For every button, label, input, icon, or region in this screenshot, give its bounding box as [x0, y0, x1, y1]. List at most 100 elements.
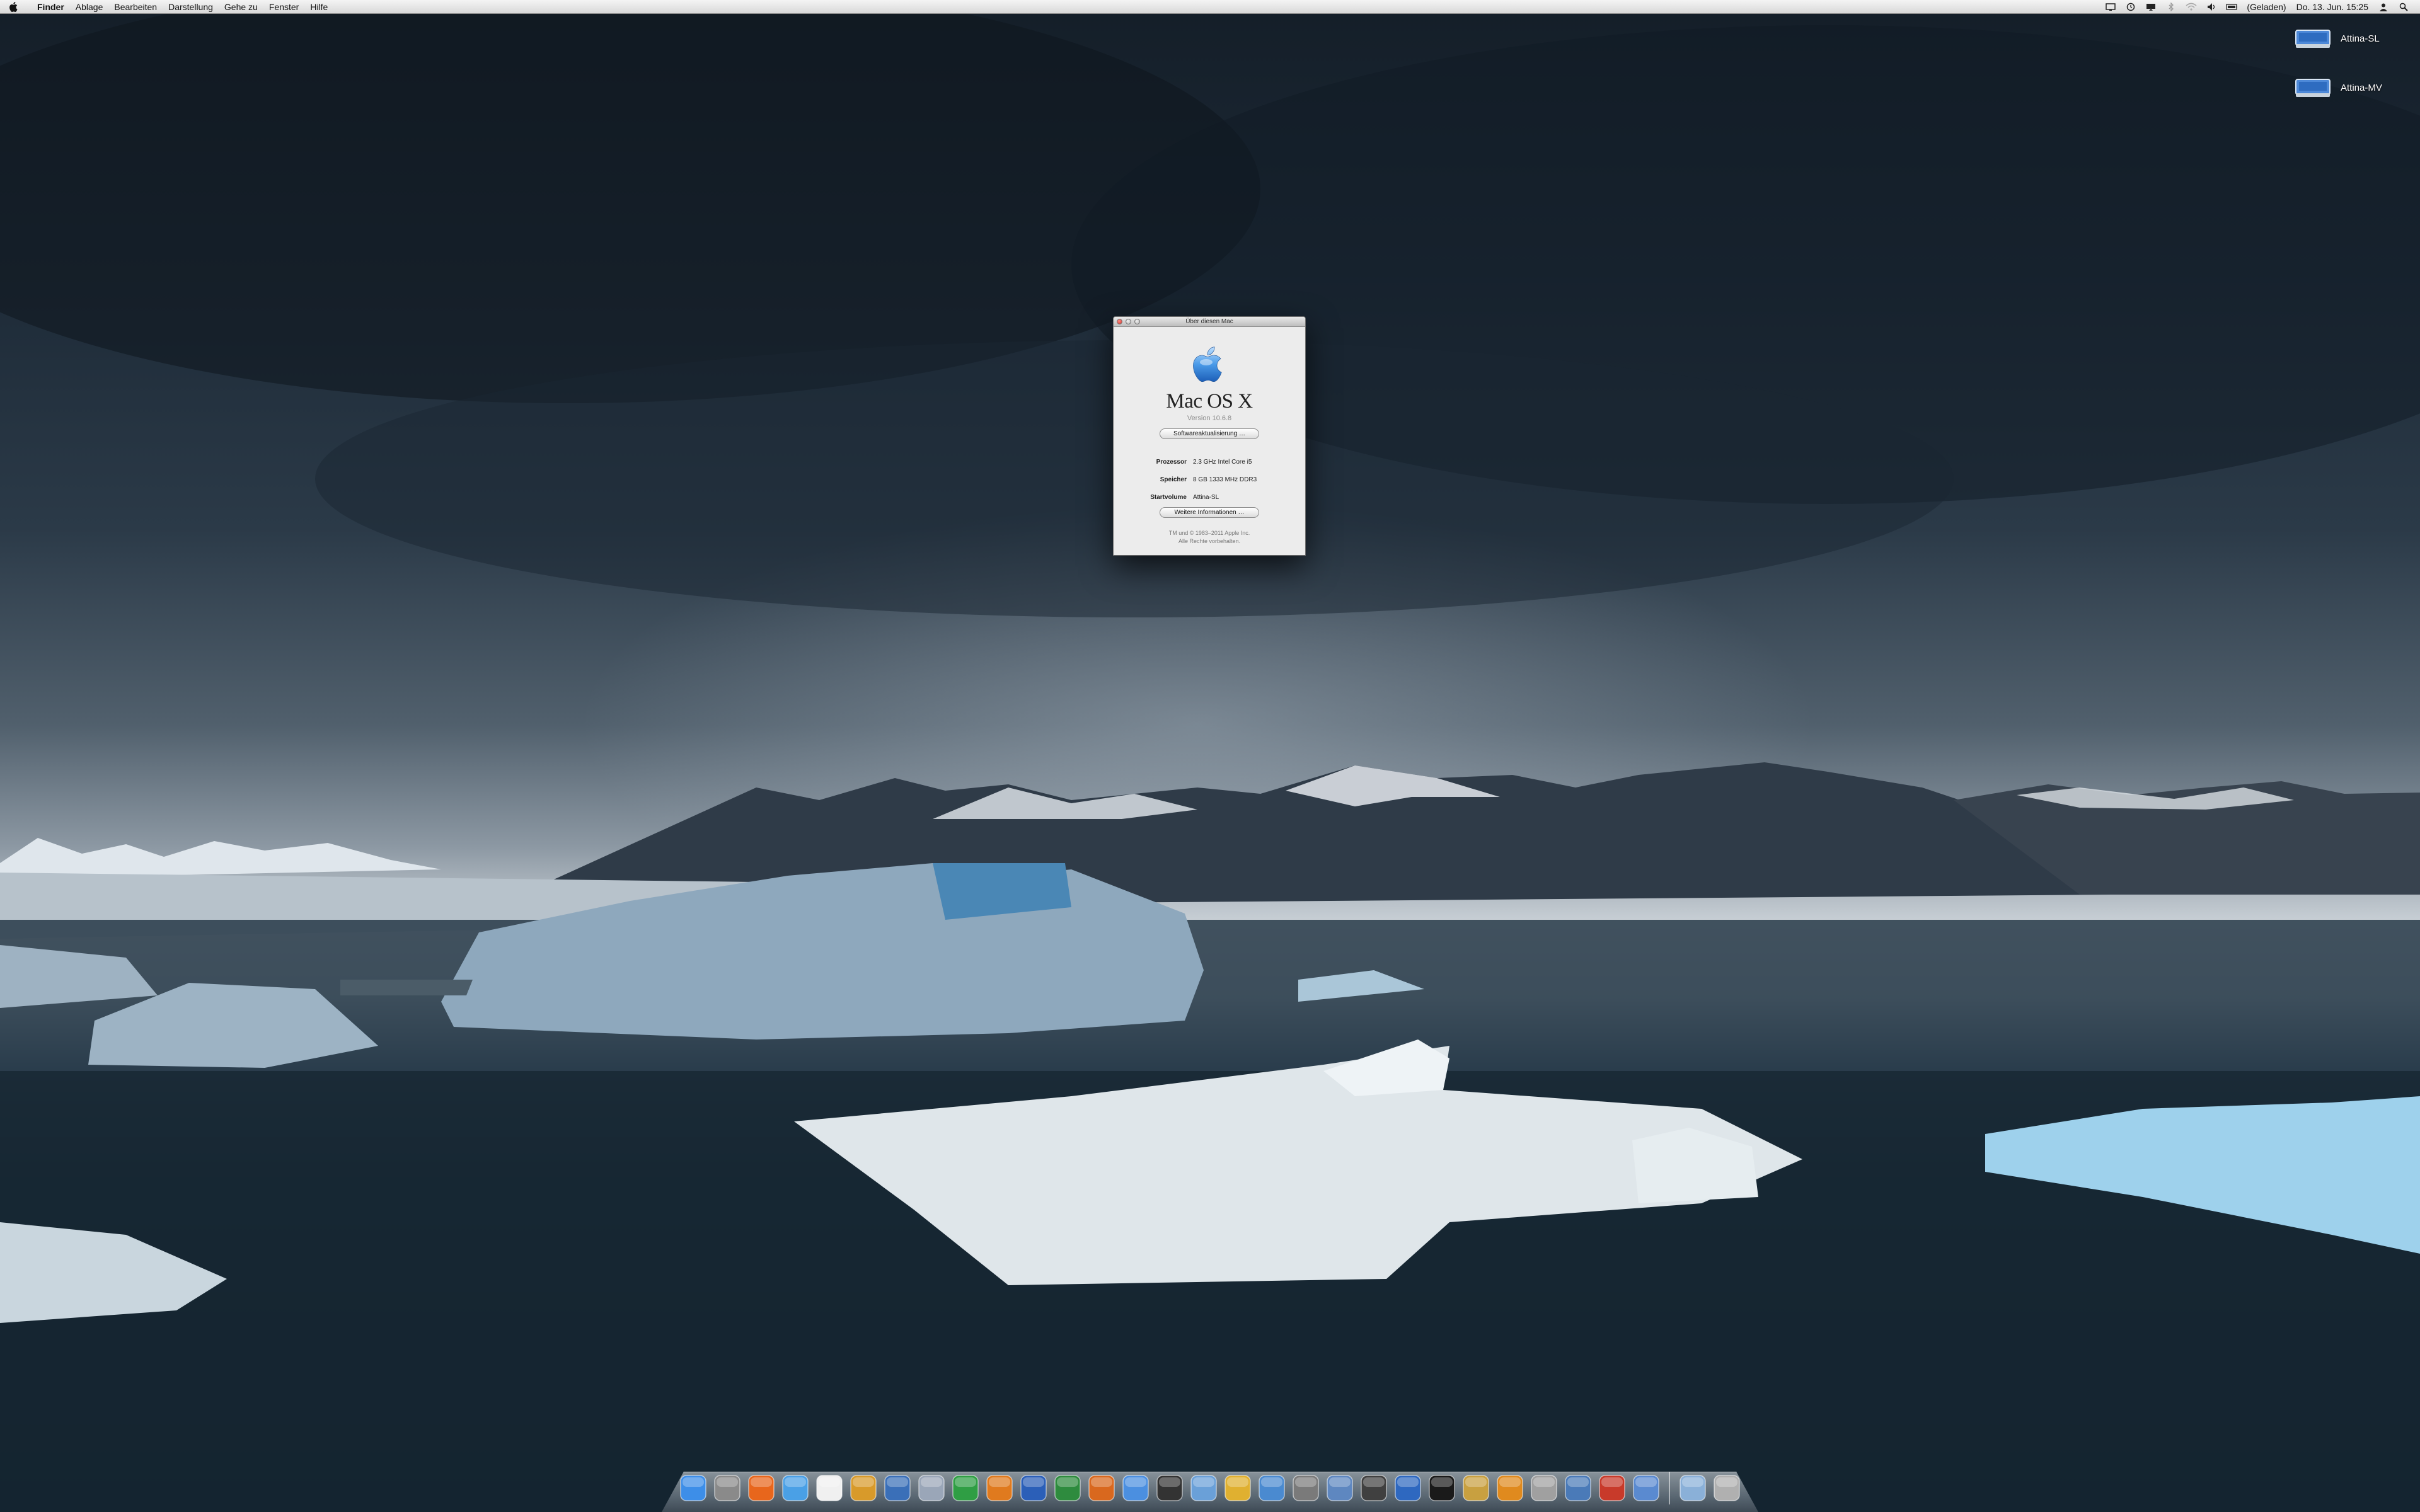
virtualbox-icon [1565, 1475, 1591, 1501]
menu-fenster[interactable]: Fenster [263, 0, 304, 14]
dock-item-textedit[interactable] [813, 1472, 846, 1504]
dock-item-dashcode[interactable] [1255, 1472, 1288, 1504]
system-preferences-icon [714, 1475, 740, 1501]
menu-hilfe[interactable]: Hilfe [304, 0, 333, 14]
textedit-icon [816, 1475, 843, 1501]
excel-icon [1054, 1475, 1081, 1501]
minimize-button[interactable] [1126, 319, 1131, 324]
spec-row-processor: Prozessor 2.3 GHz Intel Core i5 [1114, 453, 1305, 471]
software-update-button[interactable]: Softwareaktualisierung … [1160, 428, 1259, 439]
spec-value: 8 GB 1333 MHz DDR3 [1193, 476, 1257, 483]
desktop-volume-label: Attina-SL [2341, 33, 2380, 44]
dashcode-icon [1259, 1475, 1285, 1501]
battery-status-text[interactable]: (Geladen) [2247, 2, 2286, 12]
about-body: Mac OS X Version 10.6.8 Softwareaktualis… [1114, 327, 1305, 546]
menu-gehe-zu[interactable]: Gehe zu [219, 0, 263, 14]
documents-stack-icon [1680, 1475, 1706, 1501]
more-info-button[interactable]: Weitere Informationen … [1160, 507, 1259, 518]
dock-item-finder[interactable] [677, 1472, 710, 1504]
dock [674, 1463, 1746, 1504]
numbers-icon [952, 1475, 979, 1501]
spec-key: Prozessor [1156, 458, 1187, 466]
copyright-line: TM und © 1983–2011 Apple Inc. [1168, 530, 1250, 536]
dock-item-keynote[interactable] [983, 1472, 1016, 1504]
parallels-icon [1599, 1475, 1625, 1501]
photoshop-icon [1224, 1475, 1251, 1501]
about-this-mac-window: Über diesen Mac Mac OS X Version 10.6.8 … [1113, 316, 1306, 556]
spec-value: Attina-SL [1193, 493, 1219, 501]
display-icon[interactable] [2105, 3, 2116, 11]
spotlight-icon[interactable] [2398, 3, 2409, 11]
dock-item-preview[interactable] [847, 1472, 880, 1504]
volume-icon[interactable] [2206, 3, 2217, 11]
preview-icon [850, 1475, 877, 1501]
dock-item-final-cut[interactable] [1357, 1472, 1390, 1504]
dock-item-dvd-player[interactable] [1153, 1472, 1186, 1504]
dock-item-automator[interactable] [1289, 1472, 1322, 1504]
final-cut-icon [1361, 1475, 1387, 1501]
hard-drive-icon [2295, 79, 2331, 97]
dock-item-preview-window[interactable] [1630, 1472, 1662, 1504]
dock-item-virtualbox[interactable] [1562, 1472, 1594, 1504]
dock-item-r-project[interactable] [1392, 1472, 1424, 1504]
word-icon [1020, 1475, 1047, 1501]
dock-item-terminal[interactable] [1426, 1472, 1458, 1504]
dock-item-parallels[interactable] [1596, 1472, 1628, 1504]
pages-icon [1497, 1475, 1523, 1501]
dock-item-istat[interactable] [881, 1472, 914, 1504]
menu-bearbeiten[interactable]: Bearbeiten [108, 0, 163, 14]
dock-item-mail[interactable] [779, 1472, 812, 1504]
os-version[interactable]: Version 10.6.8 [1114, 415, 1305, 422]
bluetooth-icon[interactable] [2165, 2, 2177, 11]
wifi-icon[interactable] [2186, 3, 2197, 11]
dvd-player-icon [1156, 1475, 1183, 1501]
trash-icon [1714, 1475, 1740, 1501]
battery-icon[interactable] [2226, 3, 2238, 11]
dock-item-documents-stack[interactable] [1676, 1472, 1709, 1504]
dock-separator[interactable] [1669, 1472, 1670, 1504]
desktop-wallpaper [0, 0, 2420, 1512]
dock-item-dictionary[interactable] [1460, 1472, 1492, 1504]
apple-menu-icon[interactable] [9, 1, 23, 13]
dock-item-iphoto[interactable] [1187, 1472, 1220, 1504]
user-icon[interactable] [2378, 3, 2389, 11]
zoom-button[interactable] [1134, 319, 1140, 324]
desktop-volume-attina-mv[interactable]: Attina-MV [2294, 77, 2382, 98]
window-title: Über diesen Mac [1185, 318, 1233, 325]
os-name: Mac OS X [1166, 390, 1253, 413]
close-button[interactable] [1117, 319, 1122, 324]
menu-finder[interactable]: Finder [32, 0, 70, 14]
spec-key: Speicher [1160, 476, 1187, 483]
photo-booth-icon [1531, 1475, 1557, 1501]
dock-item-itunes[interactable] [1119, 1472, 1152, 1504]
r-project-icon [1395, 1475, 1421, 1501]
menu-ablage[interactable]: Ablage [70, 0, 109, 14]
desktop-volume-attina-sl[interactable]: Attina-SL [2294, 28, 2380, 49]
dock-item-firefox[interactable] [745, 1472, 778, 1504]
script-editor-icon [918, 1475, 945, 1501]
menu-clock[interactable]: Do. 13. Jun. 15:25 [2296, 2, 2368, 12]
dock-item-photo-booth[interactable] [1528, 1472, 1560, 1504]
dock-item-word[interactable] [1017, 1472, 1050, 1504]
apple-logo-icon [1193, 346, 1222, 382]
dock-item-screen-sharing[interactable] [1323, 1472, 1356, 1504]
automator-icon [1293, 1475, 1319, 1501]
screen-sharing-icon [1327, 1475, 1353, 1501]
window-titlebar[interactable]: Über diesen Mac [1114, 317, 1305, 327]
timemachine-icon[interactable] [2125, 3, 2136, 11]
menu-darstellung[interactable]: Darstellung [163, 0, 219, 14]
dock-item-powerpoint[interactable] [1085, 1472, 1118, 1504]
istat-icon [884, 1475, 911, 1501]
dock-item-photoshop[interactable] [1221, 1472, 1254, 1504]
iphoto-icon [1190, 1475, 1217, 1501]
dock-item-numbers[interactable] [949, 1472, 982, 1504]
airplay-icon[interactable] [2145, 3, 2157, 11]
copyright-line: Alle Rechte vorbehalten. [1178, 538, 1241, 544]
spec-row-memory: Speicher 8 GB 1333 MHz DDR3 [1114, 471, 1305, 488]
dock-item-trash[interactable] [1710, 1472, 1743, 1504]
dock-item-script-editor[interactable] [915, 1472, 948, 1504]
dock-item-system-preferences[interactable] [711, 1472, 744, 1504]
menu-extras: (Geladen) Do. 13. Jun. 15:25 [2100, 0, 2420, 14]
dock-item-pages[interactable] [1494, 1472, 1526, 1504]
dock-item-excel[interactable] [1051, 1472, 1084, 1504]
